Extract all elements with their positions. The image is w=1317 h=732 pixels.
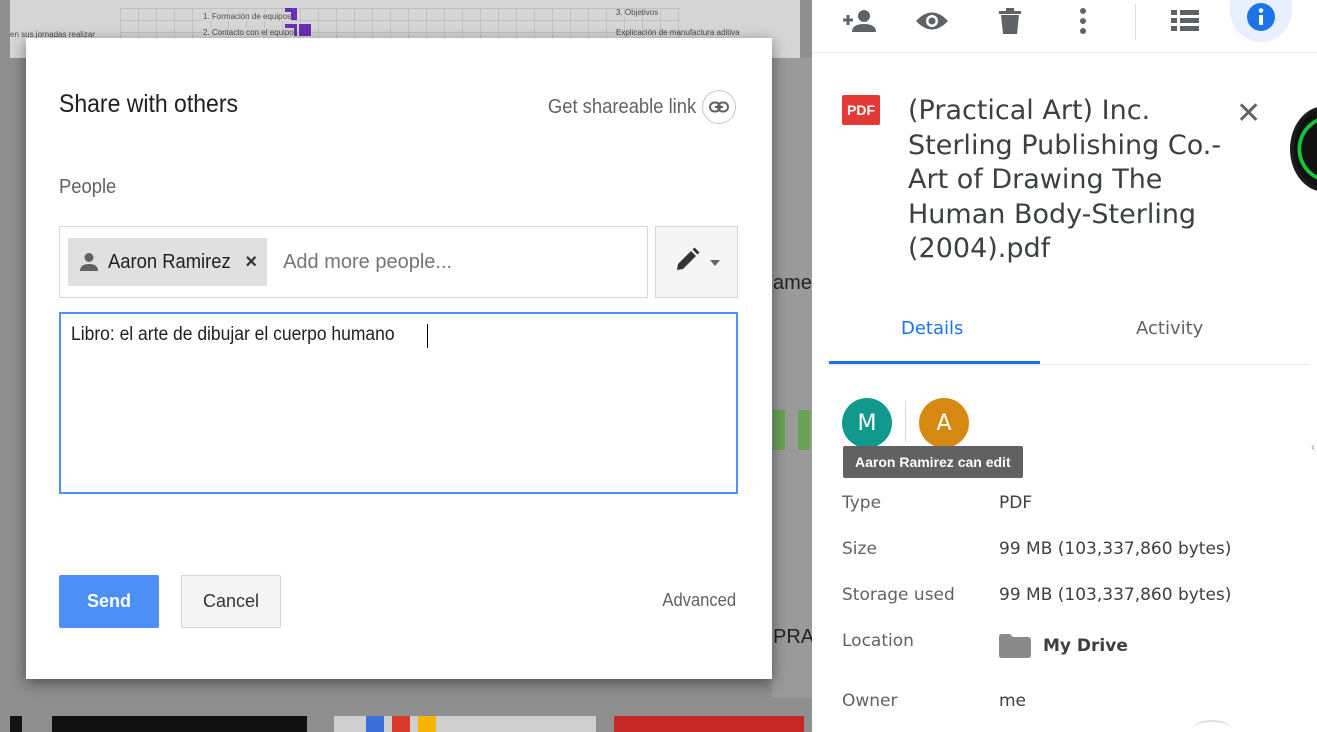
active-tab-indicator [829, 361, 1040, 364]
background-cell [299, 24, 311, 36]
background-text: PRA [773, 626, 812, 648]
location-label: Location [842, 631, 914, 651]
toolbar-divider [812, 52, 1317, 53]
more-vert-icon[interactable] [1068, 2, 1098, 40]
type-value: PDF [999, 493, 1033, 513]
scroll-indicator: ‹ [1311, 440, 1315, 454]
storage-used-value: 99 MB (103,337,860 bytes) [999, 585, 1232, 605]
background-thumbnail [52, 716, 307, 732]
tab-divider [829, 364, 1309, 365]
background-text: 1. Formación de equipos [203, 12, 292, 21]
background-text: 2. Contacto con el equipo [203, 28, 294, 37]
advanced-link[interactable]: Advanced [662, 590, 736, 611]
size-value: 99 MB (103,337,860 bytes) [999, 539, 1232, 559]
link-icon[interactable] [702, 90, 736, 124]
avatar[interactable]: M [842, 398, 892, 448]
info-button[interactable] [1230, 0, 1292, 42]
eye-icon[interactable] [912, 2, 952, 40]
storage-used-label: Storage used [842, 585, 955, 605]
owner-label: Owner [842, 691, 898, 711]
message-textarea[interactable]: Libro: el arte de dibujar el cuerpo huma… [59, 312, 738, 494]
cancel-button[interactable]: Cancel [181, 575, 281, 628]
tab-activity[interactable]: Activity [1136, 318, 1203, 339]
toolbar-separator [1135, 4, 1136, 40]
bottom-decoration [1192, 720, 1232, 732]
background-block [773, 410, 785, 450]
people-label: People [59, 176, 117, 198]
toolbar [812, 0, 1317, 44]
permission-dropdown[interactable] [655, 226, 738, 298]
pdf-file-icon: PDF [842, 95, 880, 125]
dropdown-arrow-icon [709, 253, 720, 271]
get-shareable-link[interactable]: Get shareable link [535, 90, 736, 124]
chip-name: Aaron Ramirez [108, 250, 231, 273]
background-text: 3. Objetivos [616, 8, 659, 17]
background-panel [772, 58, 812, 698]
background-block [798, 410, 810, 450]
floating-indicator [1290, 106, 1317, 192]
owner-value: me [999, 691, 1027, 711]
background-thumbnail [366, 716, 384, 732]
file-title: (Practical Art) Inc. Sterling Publishing… [908, 95, 1222, 264]
message-text: Libro: el arte de dibujar el cuerpo huma… [71, 324, 395, 346]
size-label: Size [842, 539, 877, 559]
background-thumbnail [418, 716, 436, 732]
send-button[interactable]: Send [59, 575, 159, 628]
shareable-link-label[interactable]: Get shareable link [548, 96, 696, 119]
add-person-icon[interactable] [838, 2, 878, 40]
avatar-separator [905, 401, 906, 443]
list-view-icon[interactable] [1167, 2, 1203, 40]
avatar[interactable]: A [919, 398, 969, 448]
type-label: Type [842, 493, 882, 513]
location-value[interactable]: My Drive [999, 634, 1128, 658]
background-thumbnail [614, 716, 804, 732]
tooltip: Aaron Ramirez can edit [843, 446, 1023, 478]
folder-icon [999, 634, 1031, 658]
text-cursor [426, 324, 428, 348]
close-icon[interactable]: ✕ [1236, 96, 1261, 131]
share-dialog: Share with others Get shareable link Peo… [26, 38, 772, 679]
person-chip: Aaron Ramirez × [68, 238, 268, 286]
background-thumbnail [10, 716, 22, 732]
tab-details[interactable]: Details [901, 318, 963, 339]
info-icon [1246, 2, 1276, 37]
remove-person-icon[interactable]: × [245, 251, 257, 274]
background-text: ame [773, 272, 812, 294]
background-thumbnail [392, 716, 410, 732]
location-name[interactable]: My Drive [1043, 636, 1128, 656]
people-input-box[interactable]: Aaron Ramirez × [59, 226, 648, 298]
background-text: Explicación de manufactura aditiva [616, 28, 740, 37]
trash-icon[interactable] [992, 2, 1028, 40]
person-icon [80, 252, 98, 272]
dialog-title: Share with others [59, 90, 238, 118]
details-panel: PDF (Practical Art) Inc. Sterling Publis… [812, 0, 1317, 732]
add-people-input[interactable] [283, 250, 584, 274]
pencil-icon [674, 247, 700, 278]
